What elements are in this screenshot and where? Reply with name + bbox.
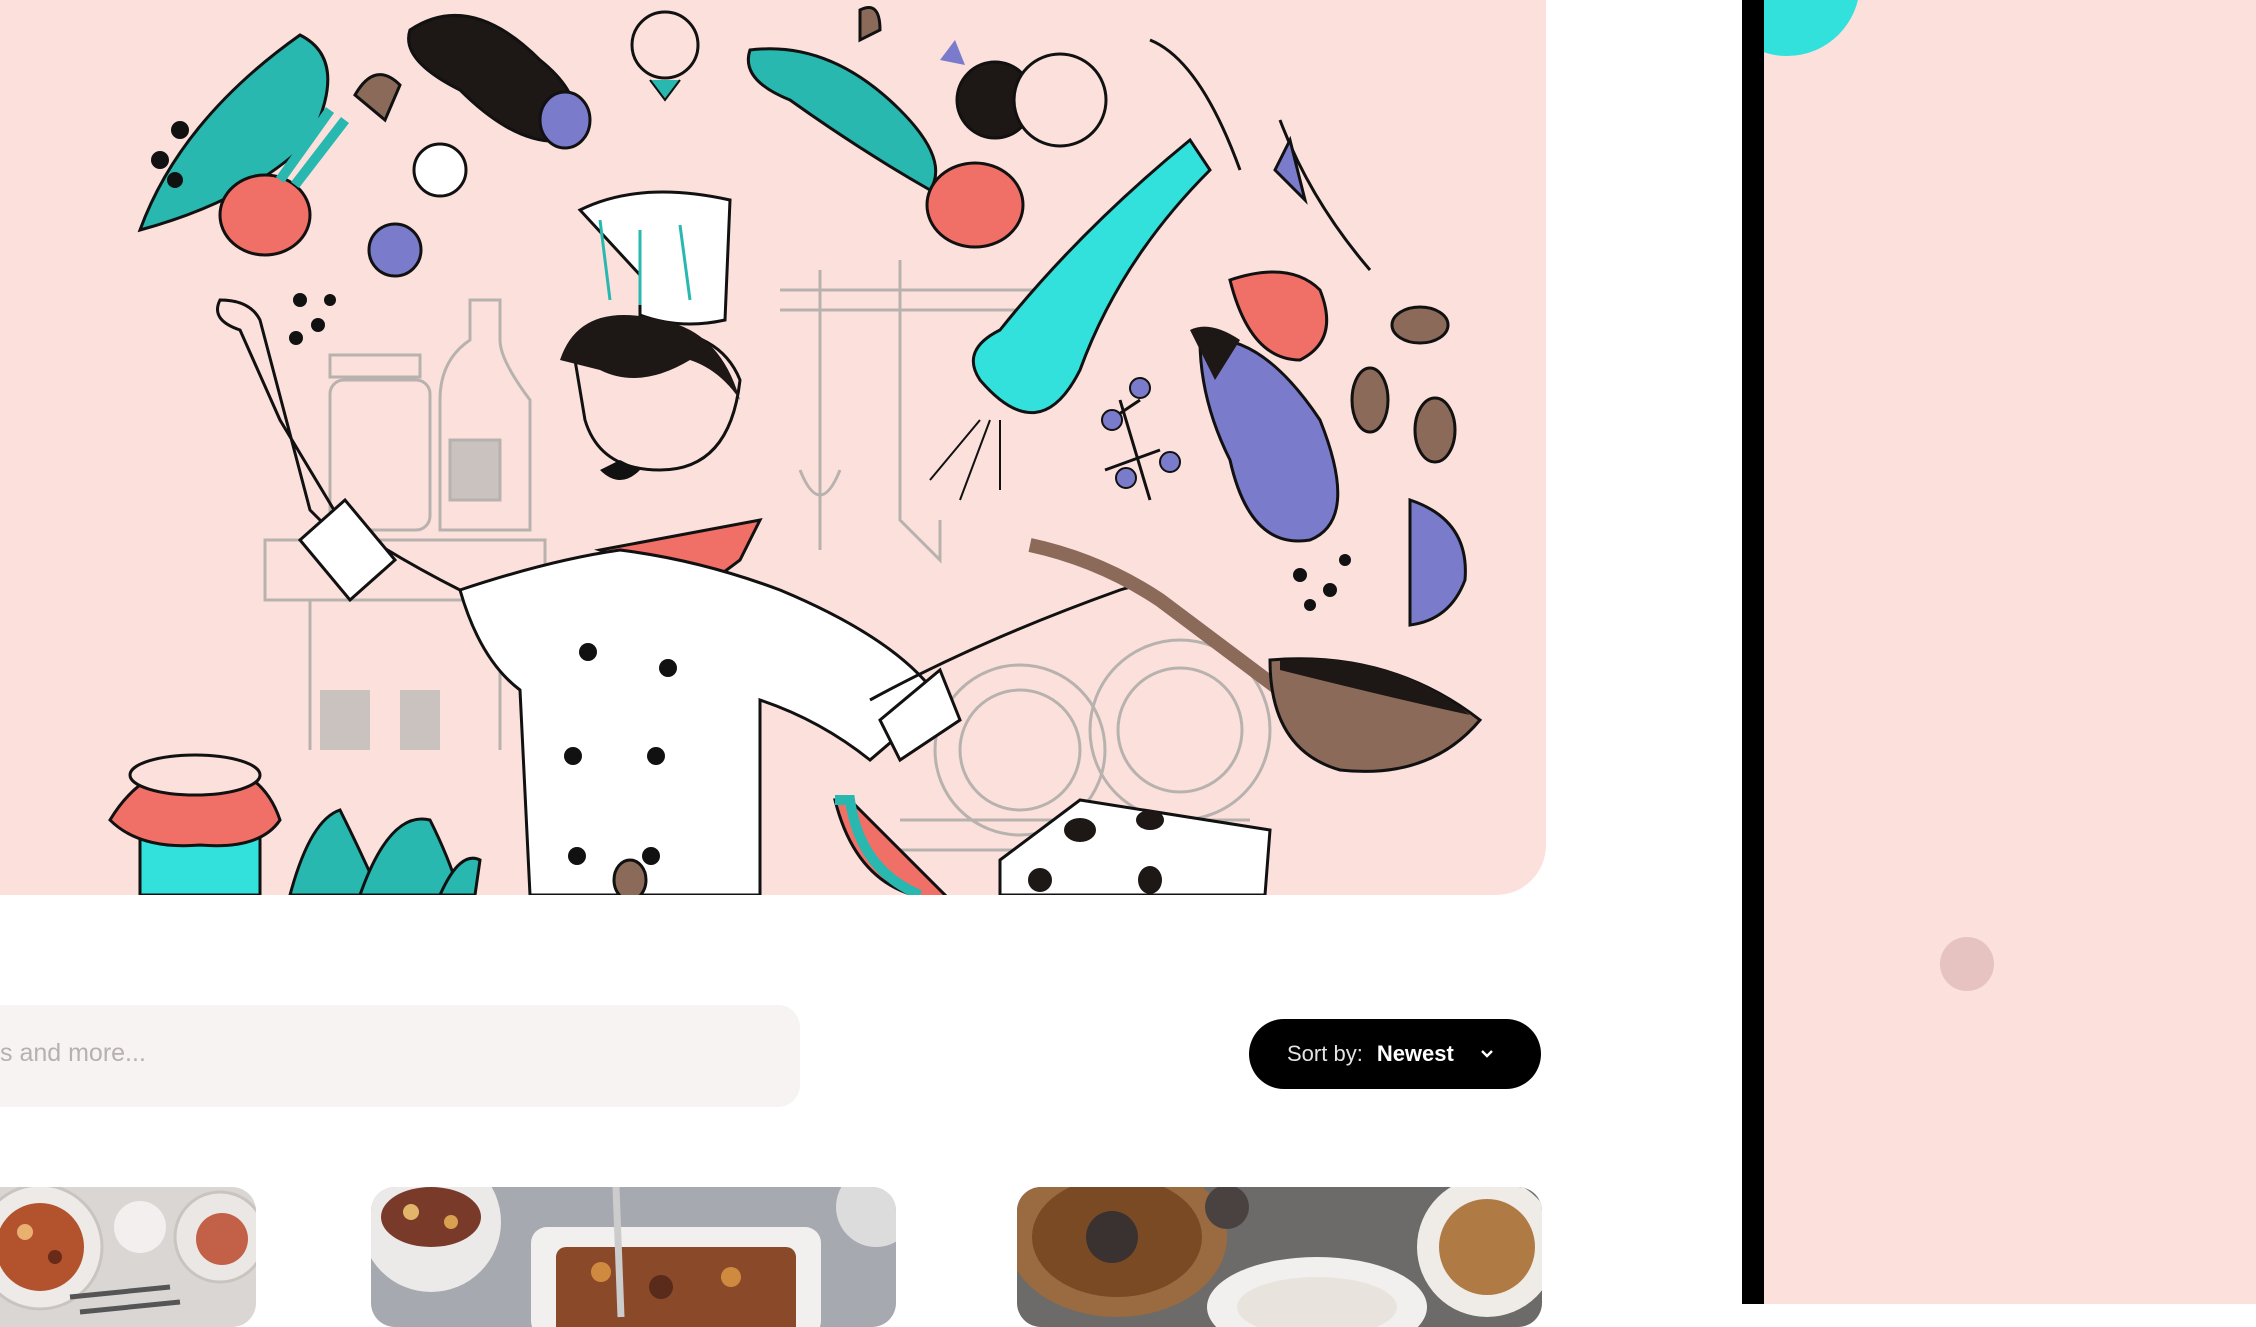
recipe-card-2[interactable] (371, 1187, 896, 1327)
teal-accent-circle (1764, 0, 1860, 56)
device-frame (1742, 0, 1764, 1304)
mobile-preview-screen (1764, 0, 2256, 1304)
search-input[interactable]: s and more... (0, 1005, 800, 1107)
recipe-card-1[interactable] (0, 1187, 256, 1327)
sort-value: Newest (1376, 1041, 1454, 1066)
sort-label: Sort by: (1287, 1041, 1363, 1066)
search-placeholder: s and more... (0, 1039, 146, 1067)
recipe-card-3[interactable] (1017, 1187, 1542, 1327)
sort-dropdown-button[interactable]: Sort by: Newest (1249, 1019, 1541, 1089)
chef-illustration (108, 6, 1483, 895)
hero-banner (0, 0, 1546, 895)
scroll-indicator-dot[interactable] (1940, 937, 1994, 991)
chevron-down-icon (1480, 1049, 1494, 1059)
